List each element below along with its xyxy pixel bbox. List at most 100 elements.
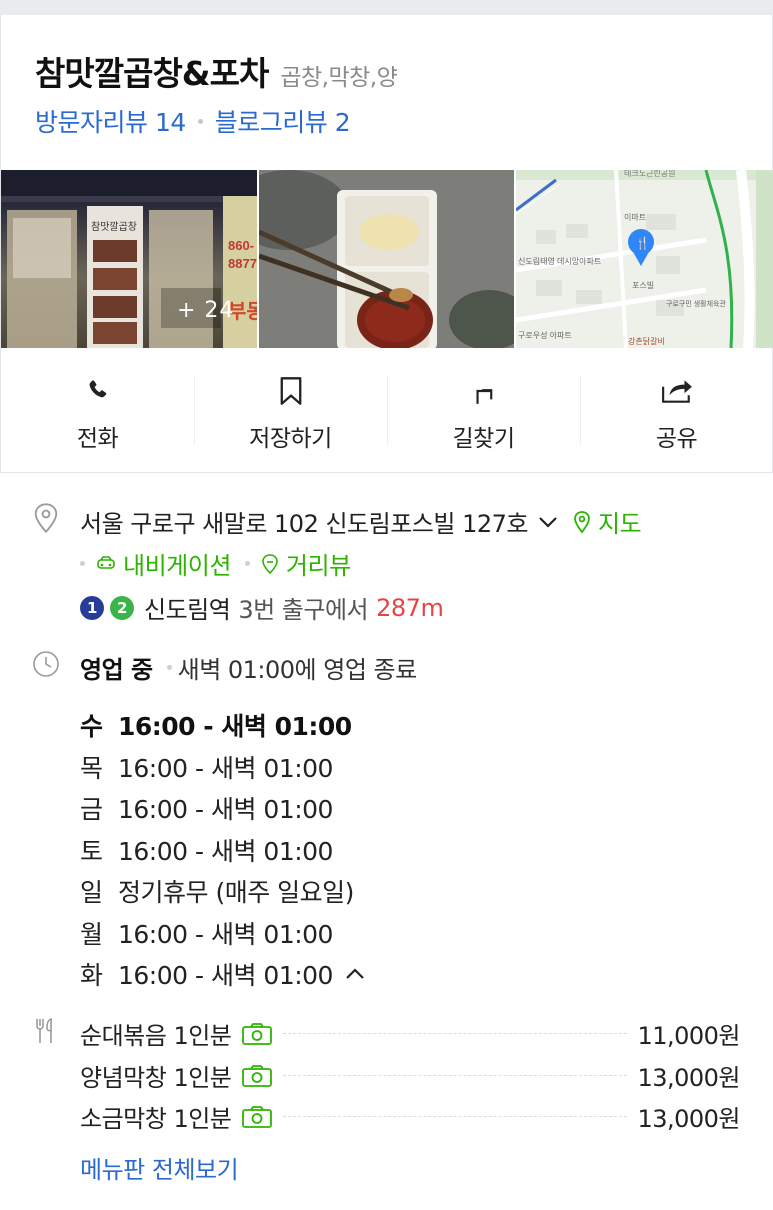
hours-time: 정기휴무 (매주 일요일) [118, 878, 354, 907]
separator-dot [197, 118, 203, 124]
address-text[interactable]: 서울 구로구 새말로 102 신도림포스빌 127호 [80, 504, 528, 539]
subway-line-2-badge: 2 [110, 595, 134, 620]
food-photo[interactable] [259, 170, 514, 348]
hours-row: 금 16:00 - 새벽 01:00 [80, 790, 333, 826]
hours-time: 16:00 - 새벽 01:00 [118, 961, 333, 990]
car-icon [95, 554, 117, 574]
hours-row-today: 수 16:00 - 새벽 01:00 [80, 707, 352, 743]
clock-icon [32, 650, 60, 682]
map-pin-icon [572, 510, 592, 534]
menu-item-price: 13,000원 [637, 1105, 740, 1133]
hours-day: 목 [80, 754, 103, 783]
hours-day: 화 [80, 961, 103, 990]
dotted-leader [283, 1033, 628, 1034]
food-illustration [259, 170, 514, 348]
blog-reviews-link[interactable]: 블로그리뷰 2 [215, 103, 351, 139]
side-sign-bottom: 8877 [228, 256, 257, 271]
menu-item-name: 소금막창 1인분 [80, 1105, 232, 1133]
hours-time: 16:00 - 새벽 01:00 [118, 712, 352, 741]
address-sub-links: 내비게이션 거리뷰 [80, 546, 351, 581]
call-label: 전화 [76, 426, 119, 452]
place-name: 참맛깔곱창&포차 [35, 54, 269, 93]
hours-row: 목 16:00 - 새벽 01:00 [80, 749, 333, 785]
utensils-icon [32, 1016, 60, 1050]
hours-day: 수 [80, 712, 103, 741]
camera-icon[interactable] [241, 1105, 273, 1129]
dotted-leader [283, 1116, 628, 1117]
hours-time: 16:00 - 새벽 01:00 [118, 837, 333, 866]
hours-time: 16:00 - 새벽 01:00 [118, 920, 333, 949]
subway-line-1-badge: 1 [80, 595, 104, 620]
place-header-card: 참맛깔곱창&포차 곱창,막창,양 방문자리뷰 14 블로그리뷰 2 참맛깔곱창 … [0, 15, 773, 473]
map-label-park: 테크노근린공원 [624, 170, 676, 178]
storefront-sign-text: 참맛깔곱창 [91, 221, 137, 233]
photo-strip: 참맛깔곱창 860- 8877 부동 + 24 테크노근린공원 이마트 신도림태… [1, 170, 773, 348]
hours-day: 월 [80, 920, 103, 949]
address-line: 서울 구로구 새말로 102 신도림포스빌 127호 지도 [80, 504, 642, 539]
camera-icon[interactable] [241, 1064, 273, 1088]
hours-row: 월 16:00 - 새벽 01:00 [80, 915, 333, 951]
station-exit: 3번 출구에서 [238, 596, 369, 624]
menu-item-name: 순대볶음 1인분 [80, 1022, 232, 1050]
business-status: 영업 중 [80, 656, 153, 684]
menu-item-price: 13,000원 [637, 1064, 740, 1092]
side-sign-top: 860- [228, 238, 254, 253]
separator-dot [80, 561, 85, 566]
hours-day: 일 [80, 878, 103, 907]
storefront-photo[interactable]: 참맛깔곱창 860- 8877 부동 + 24 [1, 170, 257, 348]
map-illustration: 테크노근린공원 이마트 신도림태영 데시앙아파트 포스빌 구로구민 생활체육관 … [516, 170, 773, 348]
map-label-apartment: 신도림태영 데시앙아파트 [518, 256, 601, 266]
menu-item[interactable]: 소금막창 1인분 13,000원 [80, 1099, 740, 1134]
menu-item-name: 양념막창 1인분 [80, 1064, 232, 1092]
share-label: 공유 [655, 426, 698, 452]
station-distance: 287m [376, 593, 444, 622]
bookmark-icon [278, 373, 304, 409]
navigation-link[interactable]: 내비게이션 [123, 546, 231, 581]
map-label-emart: 이마트 [624, 212, 646, 222]
hours-day: 금 [80, 795, 103, 824]
streetview-link[interactable]: 거리뷰 [286, 546, 351, 581]
top-status-strip [0, 0, 773, 15]
directions-label: 길찾기 [452, 426, 515, 452]
dotted-leader [283, 1075, 628, 1076]
map-label-gym: 구로구민 생활체육관 [666, 299, 726, 308]
hours-row: 토 16:00 - 새벽 01:00 [80, 832, 333, 868]
directions-icon [471, 373, 497, 409]
location-pin-icon [32, 502, 60, 538]
hours-day: 토 [80, 837, 103, 866]
map-label-restaurant: 강촌닭갈비 [628, 336, 665, 346]
directions-button[interactable]: 길찾기 [387, 373, 580, 453]
chevron-down-icon[interactable] [538, 515, 558, 529]
closing-time: 새벽 01:00에 영업 종료 [177, 656, 418, 684]
visitor-reviews-link[interactable]: 방문자리뷰 14 [35, 103, 186, 139]
menu-item[interactable]: 양념막창 1인분 13,000원 [80, 1058, 740, 1093]
phone-icon [85, 373, 111, 409]
title-row: 참맛깔곱창&포차 곱창,막창,양 [35, 47, 398, 93]
streetview-icon [260, 553, 280, 575]
place-category: 곱창,막창,양 [280, 65, 398, 91]
menu-item-price: 11,000원 [637, 1022, 740, 1050]
menu-item[interactable]: 순대볶음 1인분 11,000원 [80, 1016, 740, 1051]
separator-dot [166, 665, 172, 670]
share-icon [661, 373, 693, 409]
map-label-posville: 포스빌 [632, 280, 654, 290]
hours-row: 일 정기휴무 (매주 일요일) [80, 873, 354, 909]
station-name: 신도림역 [144, 596, 231, 624]
map-link[interactable]: 지도 [598, 504, 642, 539]
save-label: 저장하기 [249, 426, 332, 452]
map-thumbnail[interactable]: 테크노근린공원 이마트 신도림태영 데시앙아파트 포스빌 구로구민 생활체육관 … [516, 170, 773, 348]
map-label-woosung: 구로우성 아파트 [518, 330, 572, 340]
business-status-line: 영업 중 새벽 01:00에 영업 종료 [80, 650, 417, 685]
view-full-menu-link[interactable]: 메뉴판 전체보기 [80, 1150, 239, 1185]
hours-time: 16:00 - 새벽 01:00 [118, 795, 333, 824]
action-bar: 전화 저장하기 길찾기 공유 [1, 373, 773, 453]
camera-icon[interactable] [241, 1022, 273, 1046]
separator-dot [244, 561, 250, 566]
save-button[interactable]: 저장하기 [194, 373, 387, 453]
svg-text:🍴: 🍴 [635, 236, 650, 250]
share-button[interactable]: 공유 [580, 373, 773, 453]
call-button[interactable]: 전화 [1, 373, 194, 453]
hours-time: 16:00 - 새벽 01:00 [118, 754, 333, 783]
chevron-up-icon[interactable] [345, 967, 365, 981]
more-photos-count: + 24 [177, 298, 235, 323]
